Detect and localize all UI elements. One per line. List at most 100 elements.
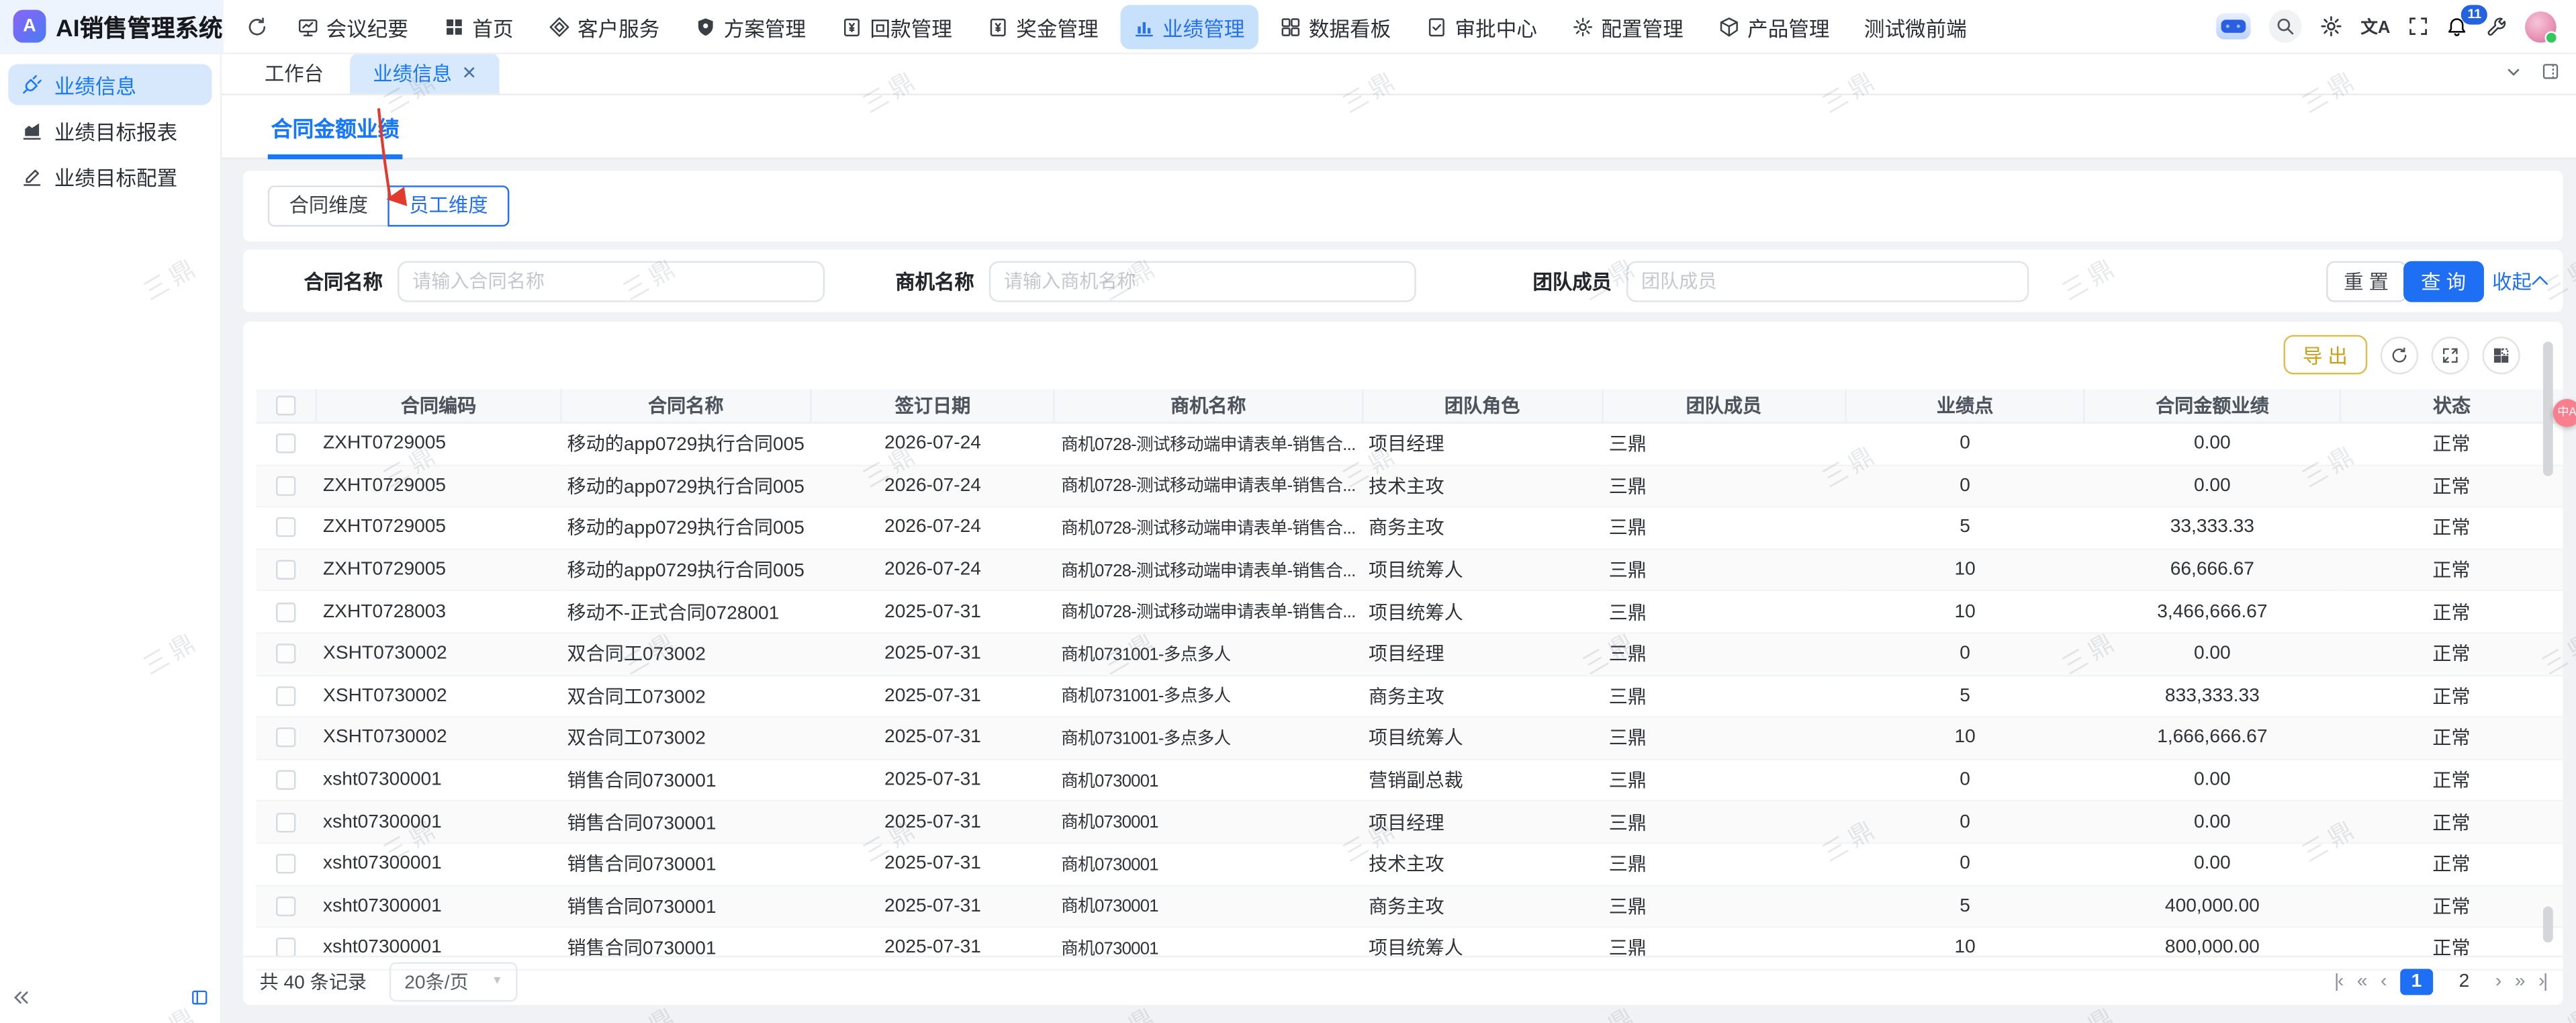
dimension-tab-合同维度[interactable]: 合同维度	[268, 185, 389, 226]
top-navigation: 会议纪要首页客户服务方案管理回款管理奖金管理业绩管理数据看板审批中心配置管理产品…	[239, 4, 2216, 48]
column-header-合同金额业绩: 合同金额业绩	[2084, 389, 2340, 422]
cell-团队成员: 三鼎	[1602, 759, 1845, 801]
export-button[interactable]: 导 出	[2283, 335, 2368, 375]
app-window: A AI销售管理系统 会议纪要首页客户服务方案管理回款管理奖金管理业绩管理数据看…	[0, 0, 2576, 1023]
table-row[interactable]: xsht07300001销售合同07300012025-07-31商机07300…	[257, 885, 2563, 928]
cell-合同金额业绩: 3,466,666.67	[2084, 591, 2340, 633]
dimension-tab-员工维度[interactable]: 员工维度	[387, 185, 509, 226]
bonus-icon	[986, 15, 1008, 37]
nav-item-审批中心[interactable]: 审批中心	[1412, 4, 1551, 48]
row-checkbox[interactable]	[277, 854, 296, 874]
last-page-button[interactable]: ›|	[2538, 971, 2546, 991]
cell-合同名称: 移动的app0729执行合同005	[561, 465, 811, 507]
refresh-table-icon[interactable]	[2381, 336, 2418, 373]
sidebar-item-业绩目标配置[interactable]: 业绩目标配置	[8, 156, 212, 197]
column-settings-icon[interactable]	[2483, 336, 2520, 373]
search-icon[interactable]	[2268, 10, 2301, 43]
cell-合同金额业绩: 0.00	[2084, 465, 2340, 507]
refresh-icon[interactable]	[239, 8, 275, 44]
nav-item-方案管理[interactable]: 方案管理	[681, 4, 819, 48]
row-checkbox[interactable]	[277, 812, 296, 832]
row-checkbox[interactable]	[277, 686, 296, 705]
translate-icon[interactable]: 文A	[2360, 14, 2390, 39]
cell-团队角色: 项目经理	[1362, 633, 1602, 675]
row-checkbox[interactable]	[277, 434, 296, 453]
table-row[interactable]: xsht07300001销售合同07300012025-07-31商机07300…	[257, 843, 2563, 885]
page-number-1[interactable]: 1	[2400, 968, 2433, 994]
table-row[interactable]: ZXHT0729005移动的app0729执行合同0052026-07-24商机…	[257, 507, 2563, 549]
cell-团队角色: 项目统筹人	[1362, 549, 1602, 591]
fullscreen-icon[interactable]	[2408, 16, 2428, 36]
prev-page-button[interactable]: ‹	[2381, 971, 2385, 991]
row-checkbox[interactable]	[277, 476, 296, 496]
row-checkbox[interactable]	[277, 602, 296, 621]
pin-sidebar-icon[interactable]	[191, 985, 209, 1015]
cell-合同金额业绩: 0.00	[2084, 759, 2340, 801]
vertical-scrollbar-thumb-bottom[interactable]	[2543, 906, 2553, 942]
close-tab-icon[interactable]: ✕	[462, 62, 477, 84]
nav-item-产品管理[interactable]: 产品管理	[1705, 4, 1843, 48]
table-row[interactable]: ZXHT0729005移动的app0729执行合同0052026-07-24商机…	[257, 422, 2563, 465]
nav-item-首页[interactable]: 首页	[430, 4, 526, 48]
page-tab-工作台[interactable]: 工作台	[242, 52, 347, 93]
nav-item-奖金管理[interactable]: 奖金管理	[974, 4, 1112, 48]
nav-item-业绩管理[interactable]: 业绩管理	[1119, 4, 1258, 48]
jump-forward-button[interactable]: »	[2515, 971, 2524, 991]
filter-input-商机名称[interactable]	[989, 261, 1416, 302]
tools-wrench-icon[interactable]	[2485, 15, 2507, 37]
search-button[interactable]: 查 询	[2403, 261, 2484, 302]
filter-input-团队成员[interactable]	[1626, 261, 2029, 302]
collapse-filters-link[interactable]: 收起	[2492, 267, 2548, 296]
cell-业绩点: 5	[1845, 885, 2085, 928]
tab-contract-amount-performance[interactable]: 合同金额业绩	[268, 112, 403, 159]
row-checkbox[interactable]	[277, 728, 296, 748]
row-checkbox[interactable]	[277, 644, 296, 664]
cell-业绩点: 10	[1845, 717, 2085, 759]
topbar-right-cluster: 文A 11	[2216, 10, 2576, 43]
table-row[interactable]: XSHT0730002双合同工0730022025-07-31商机0731001…	[257, 717, 2563, 759]
table-row[interactable]: XSHT0730002双合同工0730022025-07-31商机0731001…	[257, 633, 2563, 675]
jump-back-button[interactable]: «	[2357, 971, 2366, 991]
row-checkbox[interactable]	[277, 518, 296, 537]
table-row[interactable]: ZXHT0728003移动不-正式合同07280012025-07-31商机07…	[257, 591, 2563, 633]
page-number-2[interactable]: 2	[2448, 968, 2481, 994]
vertical-scrollbar-thumb[interactable]	[2543, 341, 2553, 476]
page-size-select[interactable]: 20条/页 ▼	[389, 961, 518, 1001]
notifications-bell-icon[interactable]: 11	[2446, 15, 2468, 37]
cell-状态: 正常	[2340, 759, 2563, 801]
nav-item-会议纪要[interactable]: 会议纪要	[283, 4, 422, 48]
nav-item-测试微前端[interactable]: 测试微前端	[1851, 4, 1980, 48]
table-row[interactable]: ZXHT0729005移动的app0729执行合同0052026-07-24商机…	[257, 549, 2563, 591]
tab-layout-icon[interactable]	[2542, 58, 2560, 88]
row-checkbox[interactable]	[277, 770, 296, 790]
filter-input-合同名称[interactable]	[398, 261, 825, 302]
expand-table-icon[interactable]	[2432, 336, 2469, 373]
cell-状态: 正常	[2340, 717, 2563, 759]
first-page-button[interactable]: |‹	[2334, 971, 2342, 991]
sidebar-item-业绩目标报表[interactable]: 业绩目标报表	[8, 110, 212, 151]
cell-业绩点: 0	[1845, 633, 2085, 675]
reset-button[interactable]: 重 置	[2326, 261, 2407, 302]
nav-item-客户服务[interactable]: 客户服务	[535, 4, 673, 48]
collapse-sidebar-icon[interactable]	[11, 985, 30, 1015]
row-checkbox[interactable]	[277, 896, 296, 916]
table-row[interactable]: xsht07300001销售合同07300012025-07-31商机07300…	[257, 759, 2563, 801]
settings-gear-icon[interactable]	[2319, 15, 2342, 38]
table-footer: 共 40 条记录 20条/页 ▼ |‹ « ‹ 12 › » ›|	[243, 956, 2563, 1005]
select-all-checkbox[interactable]	[276, 396, 295, 415]
nav-item-回款管理[interactable]: 回款管理	[827, 4, 966, 48]
sidebar-item-业绩信息[interactable]: 业绩信息	[8, 64, 212, 105]
next-page-button[interactable]: ›	[2495, 971, 2500, 991]
nav-item-数据看板[interactable]: 数据看板	[1266, 4, 1404, 48]
user-avatar[interactable]	[2525, 11, 2556, 42]
ai-assistant-icon[interactable]	[2216, 13, 2250, 40]
table-row[interactable]: XSHT0730002双合同工0730022025-07-31商机0731001…	[257, 675, 2563, 717]
row-checkbox[interactable]	[277, 560, 296, 580]
table-row[interactable]: ZXHT0729005移动的app0729执行合同0052026-07-24商机…	[257, 465, 2563, 507]
floating-translate-button[interactable]: 中A	[2553, 399, 2576, 427]
table-row[interactable]: xsht07300001销售合同07300012025-07-31商机07300…	[257, 801, 2563, 844]
tab-list-chevron-down-icon[interactable]	[2505, 58, 2522, 88]
page-tab-业绩信息[interactable]: 业绩信息✕	[350, 52, 500, 93]
nav-item-配置管理[interactable]: 配置管理	[1559, 4, 1697, 48]
cell-合同名称: 销售合同0730001	[561, 759, 811, 801]
